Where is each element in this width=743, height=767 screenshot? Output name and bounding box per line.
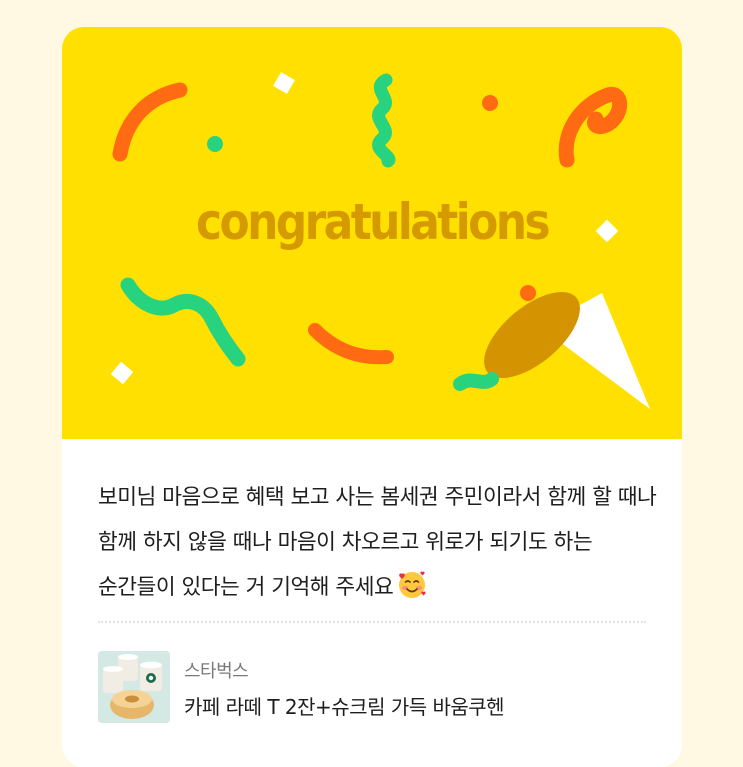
green-confetti-squiggle <box>372 73 396 168</box>
orange-confetti-dot <box>482 95 498 111</box>
gift-message-text: 보미님 마음으로 혜택 보고 사는 봄세권 주민이라서 함께 할 때나 함께 하… <box>98 475 658 610</box>
dotted-divider <box>98 621 646 623</box>
gift-message-card: congratulations 보미님 마음으로 혜택 보고 사는 봄세권 주민… <box>62 27 682 767</box>
congratulations-title: congratulations <box>196 193 551 251</box>
white-confetti-square <box>110 361 134 385</box>
green-confetti-wave <box>120 277 246 367</box>
gift-product-item[interactable]: 스타벅스 카페 라떼 T 2잔+슈크림 가득 바움쿠헨 <box>98 651 646 725</box>
gift-message-body: 보미님 마음으로 혜택 보고 사는 봄세권 주민이라서 함께 할 때나 함께 하… <box>98 485 657 600</box>
product-name: 카페 라떼 T 2잔+슈크림 가득 바움쿠헨 <box>184 695 505 719</box>
congratulations-banner: congratulations <box>62 27 682 439</box>
green-confetti-squiggle <box>453 372 499 391</box>
orange-confetti-arc <box>112 82 188 162</box>
white-confetti-square <box>273 72 295 94</box>
orange-confetti-arc <box>308 323 394 365</box>
starbucks-latte-and-baumkuchen-image <box>98 651 170 723</box>
orange-confetti-swirl <box>558 86 628 168</box>
smiling-face-with-hearts-icon <box>397 570 427 600</box>
green-confetti-dot <box>207 136 223 152</box>
orange-confetti-dot <box>520 285 536 301</box>
product-brand: 스타벅스 <box>184 661 249 682</box>
